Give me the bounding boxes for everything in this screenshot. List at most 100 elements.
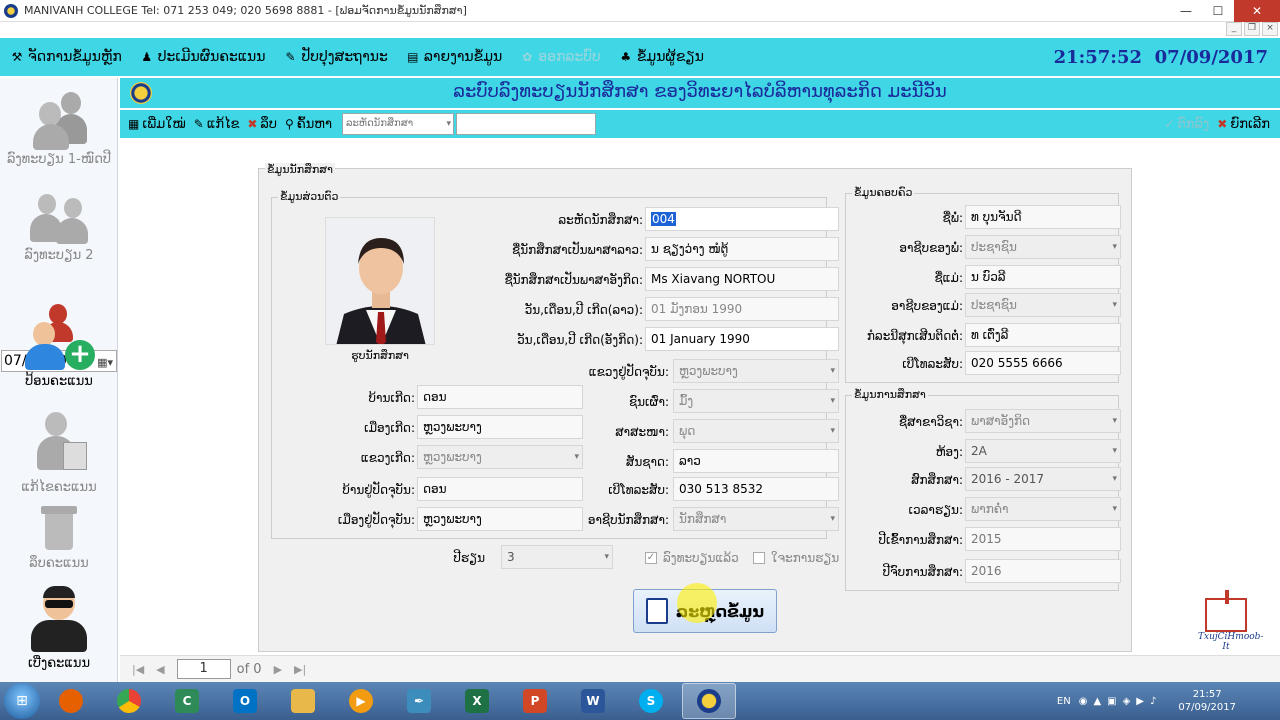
taskbar-app-word[interactable]: W xyxy=(566,683,620,719)
registered-checkbox[interactable]: ✓ ລົງທະບຽນແລ້ວ xyxy=(645,551,739,565)
taskbar-app-excel[interactable]: X xyxy=(450,683,504,719)
academic-year-value: 2016 - 2017 xyxy=(971,472,1045,486)
ethnicity-select[interactable]: ມົ້ງ ▾ xyxy=(673,389,839,413)
emergency-contact-input[interactable]: ທ ເຕົ່ງລີ xyxy=(965,323,1121,347)
menu-item-evaluate[interactable]: ♟ ປະເມີນຜົນຄະແນນ xyxy=(140,49,265,65)
sidebar-item-register-1[interactable]: ລົງທະບຽນ 1-ໜົດປີ xyxy=(0,88,118,167)
add-button[interactable]: ▦ ເພີ່ມໃໝ່ xyxy=(128,117,186,132)
taskbar-clock[interactable]: 21:57 07/09/2017 xyxy=(1178,688,1236,714)
explorer-icon xyxy=(291,689,315,713)
taskbar-app-outlook[interactable]: O xyxy=(218,683,272,719)
taskbar-app-chrome[interactable] xyxy=(102,683,156,719)
sidebar-item-register-2[interactable]: ລົງທະບຽນ 2 xyxy=(0,190,118,263)
mdi-restore-button[interactable]: ❐ xyxy=(1244,22,1260,36)
dob-lao-input[interactable]: 01 ມັງກອນ 1990 xyxy=(645,297,839,321)
taskbar-app-media[interactable]: ▶ xyxy=(334,683,388,719)
name-lao-input[interactable]: ນ ຊຽງວ່າງ ໜໍຕູ້ xyxy=(645,237,839,261)
menu-item-report[interactable]: ▤ ລາຍງານຂໍ້ມູນ xyxy=(406,49,502,65)
menu-item-author[interactable]: ♣ ຂໍ້ມູນຜູ້ຂຽນ xyxy=(619,49,704,65)
chrome-icon xyxy=(117,689,141,713)
study-time-select[interactable]: ພາກຄ່ຳ ▾ xyxy=(965,497,1121,521)
occupation-select[interactable]: ນັກສຶກສາ ▾ xyxy=(673,507,839,531)
tray-icons[interactable]: ◉▲▣◈▶♪ xyxy=(1079,696,1163,707)
menu-bar: ⚒ ຈັດການຂໍ້ມູນຫຼັກ ♟ ປະເມີນຜົນຄະແນນ ✎ ປັ… xyxy=(0,38,1280,76)
mdi-minimize-button[interactable]: _ xyxy=(1226,22,1242,36)
confirm-button[interactable]: ✓ ຕົກລົງ xyxy=(1164,117,1209,132)
prev-page-button[interactable]: ◀ xyxy=(156,663,164,676)
search-button[interactable]: ⚲ ຄົ້ນຫາ xyxy=(285,117,332,132)
edit-button[interactable]: ✎ ແກ້ໄຂ xyxy=(194,117,240,132)
student-id-label: ລະຫັດນັກສຶກສາ: xyxy=(558,213,643,227)
end-year-input[interactable]: 2016 xyxy=(965,559,1121,583)
delete-button[interactable]: ✖ ລຶບ xyxy=(247,117,277,132)
father-job-select[interactable]: ປະຊາຊົນ ▾ xyxy=(965,235,1121,259)
room-select[interactable]: 2A ▾ xyxy=(965,439,1121,463)
father-job-label: ອາຊີບຂອງພໍ່: xyxy=(899,241,963,255)
current-district-input[interactable]: ຫຼວງພະບາງ xyxy=(417,507,583,531)
cancel-button[interactable]: ✖ ຍົກເລີກ xyxy=(1217,117,1270,132)
father-name-input[interactable]: ທ ບຸນຈັນດີ xyxy=(965,205,1121,229)
book-cross-icon xyxy=(1205,590,1247,632)
sidebar-item-view-score[interactable]: ເບີ່ງຄະແນນ xyxy=(0,584,118,671)
confirm-button-label: ຕົກລົງ xyxy=(1177,116,1210,132)
start-button[interactable]: ⊞ xyxy=(4,683,40,719)
taskbar-app-pen[interactable]: ✒ xyxy=(392,683,446,719)
student-id-input[interactable]: 004 xyxy=(645,207,839,231)
menu-item-master-data[interactable]: ⚒ ຈັດການຂໍ້ມູນຫຼັກ xyxy=(10,49,122,65)
pen-icon: ✒ xyxy=(407,689,431,713)
taskbar-app-skype[interactable]: S xyxy=(624,683,678,719)
religion-select[interactable]: ພຸດ ▾ xyxy=(673,419,839,443)
taskbar-app-firefox[interactable] xyxy=(44,683,98,719)
next-page-button[interactable]: ▶ xyxy=(274,663,282,676)
pagination-bar: |◀ ◀ 1 of 0 ▶ ▶| xyxy=(120,655,1280,682)
current-province-select[interactable]: ຫຼວງພະບາງ ▾ xyxy=(673,359,839,383)
taskbar-app-camtasia[interactable]: C xyxy=(160,683,214,719)
nationality-input[interactable]: ລາວ xyxy=(673,449,839,473)
checkbox-checked-icon: ✓ xyxy=(645,552,657,564)
mother-name-input[interactable]: ນ ບົວລີ xyxy=(965,265,1121,289)
language-indicator[interactable]: EN xyxy=(1057,696,1071,707)
sidebar-item-delete-score[interactable]: ລຶບຄະແນນ xyxy=(0,504,118,571)
birth-province-select[interactable]: ຫຼວງພະບາງ ▾ xyxy=(417,445,583,469)
menu-item-logout[interactable]: ✿ ອອກລະບົບ xyxy=(520,49,601,65)
name-en-input[interactable]: Ms Xiavang NORTOU xyxy=(645,267,839,291)
menu-item-update-status[interactable]: ✎ ປັບປຸງສະຖານະ xyxy=(283,49,387,65)
mother-job-value: ປະຊາຊົນ xyxy=(971,298,1017,312)
taskbar-app-powerpoint[interactable]: P xyxy=(508,683,562,719)
excel-icon: X xyxy=(465,689,489,713)
guardian-phone-input[interactable]: 020 5555 6666 xyxy=(965,351,1121,375)
search-input[interactable] xyxy=(455,113,596,135)
sidebar-item-label: ລົງທະບຽນ 2 xyxy=(24,248,94,263)
search-field-select[interactable]: ລະຫັດນັກສຶກສາ ▾ xyxy=(341,113,454,135)
phone-input[interactable]: 030 513 8532 xyxy=(673,477,839,501)
mdi-close-button[interactable]: × xyxy=(1262,22,1278,36)
taskbar-app-explorer[interactable] xyxy=(276,683,330,719)
birth-district-input[interactable]: ຫຼວງພະບາງ xyxy=(417,415,583,439)
start-year-input[interactable]: 2015 xyxy=(965,527,1121,551)
taskbar-app-college[interactable] xyxy=(682,683,736,719)
room-value: 2A xyxy=(971,444,987,458)
academic-year-select[interactable]: 2016 - 2017 ▾ xyxy=(965,467,1121,491)
major-select[interactable]: ພາສາອັງກິດ ▾ xyxy=(965,409,1121,433)
maximize-button[interactable]: ☐ xyxy=(1202,0,1234,22)
menu-item-label: ຈັດການຂໍ້ມູນຫຼັກ xyxy=(28,49,122,65)
edit-icon: ✎ xyxy=(193,117,204,131)
add-user-icon: + xyxy=(21,302,97,372)
dob-en-label: ວັນ,ເດືອນ,ປີ ເກີດ(ອັງກິດ): xyxy=(517,333,643,347)
religion-value: ພຸດ xyxy=(679,424,696,438)
mother-job-select[interactable]: ປະຊາຊົນ ▾ xyxy=(965,293,1121,317)
sidebar-item-enter-score[interactable]: + ປ້ອນຄະແນນ xyxy=(0,302,118,389)
study-year-select[interactable]: 3 ▾ xyxy=(501,545,613,569)
users-icon: ♟ xyxy=(141,50,153,64)
scholarship-checkbox[interactable]: ໃຈະການຮຽນ xyxy=(753,551,839,565)
page-input[interactable]: 1 xyxy=(176,659,231,679)
first-page-button[interactable]: |◀ xyxy=(132,663,144,676)
close-button[interactable]: ✕ xyxy=(1234,0,1280,22)
minimize-button[interactable]: — xyxy=(1170,0,1202,22)
birth-village-input[interactable]: ດອນ xyxy=(417,385,583,409)
student-photo[interactable] xyxy=(325,217,435,345)
last-page-button[interactable]: ▶| xyxy=(294,663,306,676)
current-village-input[interactable]: ດອນ xyxy=(417,477,583,501)
dob-en-input[interactable]: 01 January 1990 xyxy=(645,327,839,351)
sidebar-item-edit-score[interactable]: ແກ້ໄຂຄະແນນ xyxy=(0,408,118,495)
